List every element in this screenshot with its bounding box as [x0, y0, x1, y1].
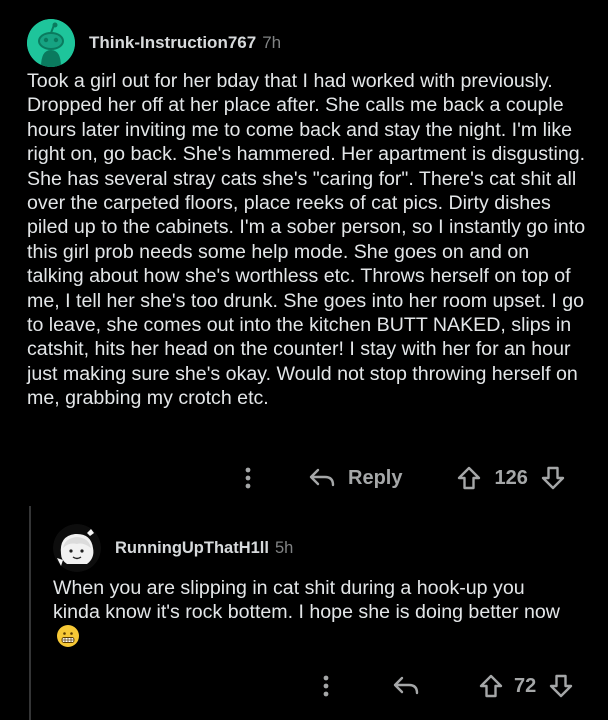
timestamp: 5h — [274, 538, 294, 557]
grimacing-face-emoji — [57, 624, 79, 647]
comment-body: Took a girl out for her bday that I had … — [27, 70, 586, 410]
downvote-arrow-icon[interactable] — [548, 673, 574, 699]
username[interactable]: RunningUpThatH1ll — [115, 539, 269, 558]
upvote-arrow-icon[interactable] — [456, 465, 482, 491]
reply-body-text: When you are slipping in cat shit during… — [53, 577, 560, 624]
thread-line[interactable] — [29, 506, 31, 720]
upvote-arrow-icon[interactable] — [478, 673, 504, 699]
reply-button[interactable]: Reply — [308, 466, 402, 490]
reply-header: RunningUpThatH1ll 5h — [53, 524, 293, 572]
more-vertical-icon[interactable] — [238, 466, 258, 490]
downvote-arrow-icon[interactable] — [540, 465, 566, 491]
reply-label: Reply — [348, 466, 403, 489]
username[interactable]: Think-Instruction767 — [89, 33, 256, 53]
timestamp: 7h — [262, 33, 282, 52]
snoo-avatar-icon — [27, 19, 75, 67]
vote-count: 126 — [494, 466, 528, 489]
cartoon-avatar-icon — [53, 524, 101, 572]
avatar[interactable] — [27, 19, 75, 67]
reply-arrow-icon[interactable] — [392, 674, 420, 698]
comment-actions: Reply 126 — [238, 462, 566, 494]
avatar[interactable] — [53, 524, 101, 572]
more-vertical-icon[interactable] — [318, 674, 334, 698]
reply-arrow-icon — [308, 466, 336, 490]
reply-actions: 72 — [318, 670, 574, 702]
comment-header: Think-Instruction767 7h — [27, 19, 281, 67]
reply-body: When you are slipping in cat shit during… — [53, 576, 573, 649]
vote-count: 72 — [514, 674, 537, 697]
